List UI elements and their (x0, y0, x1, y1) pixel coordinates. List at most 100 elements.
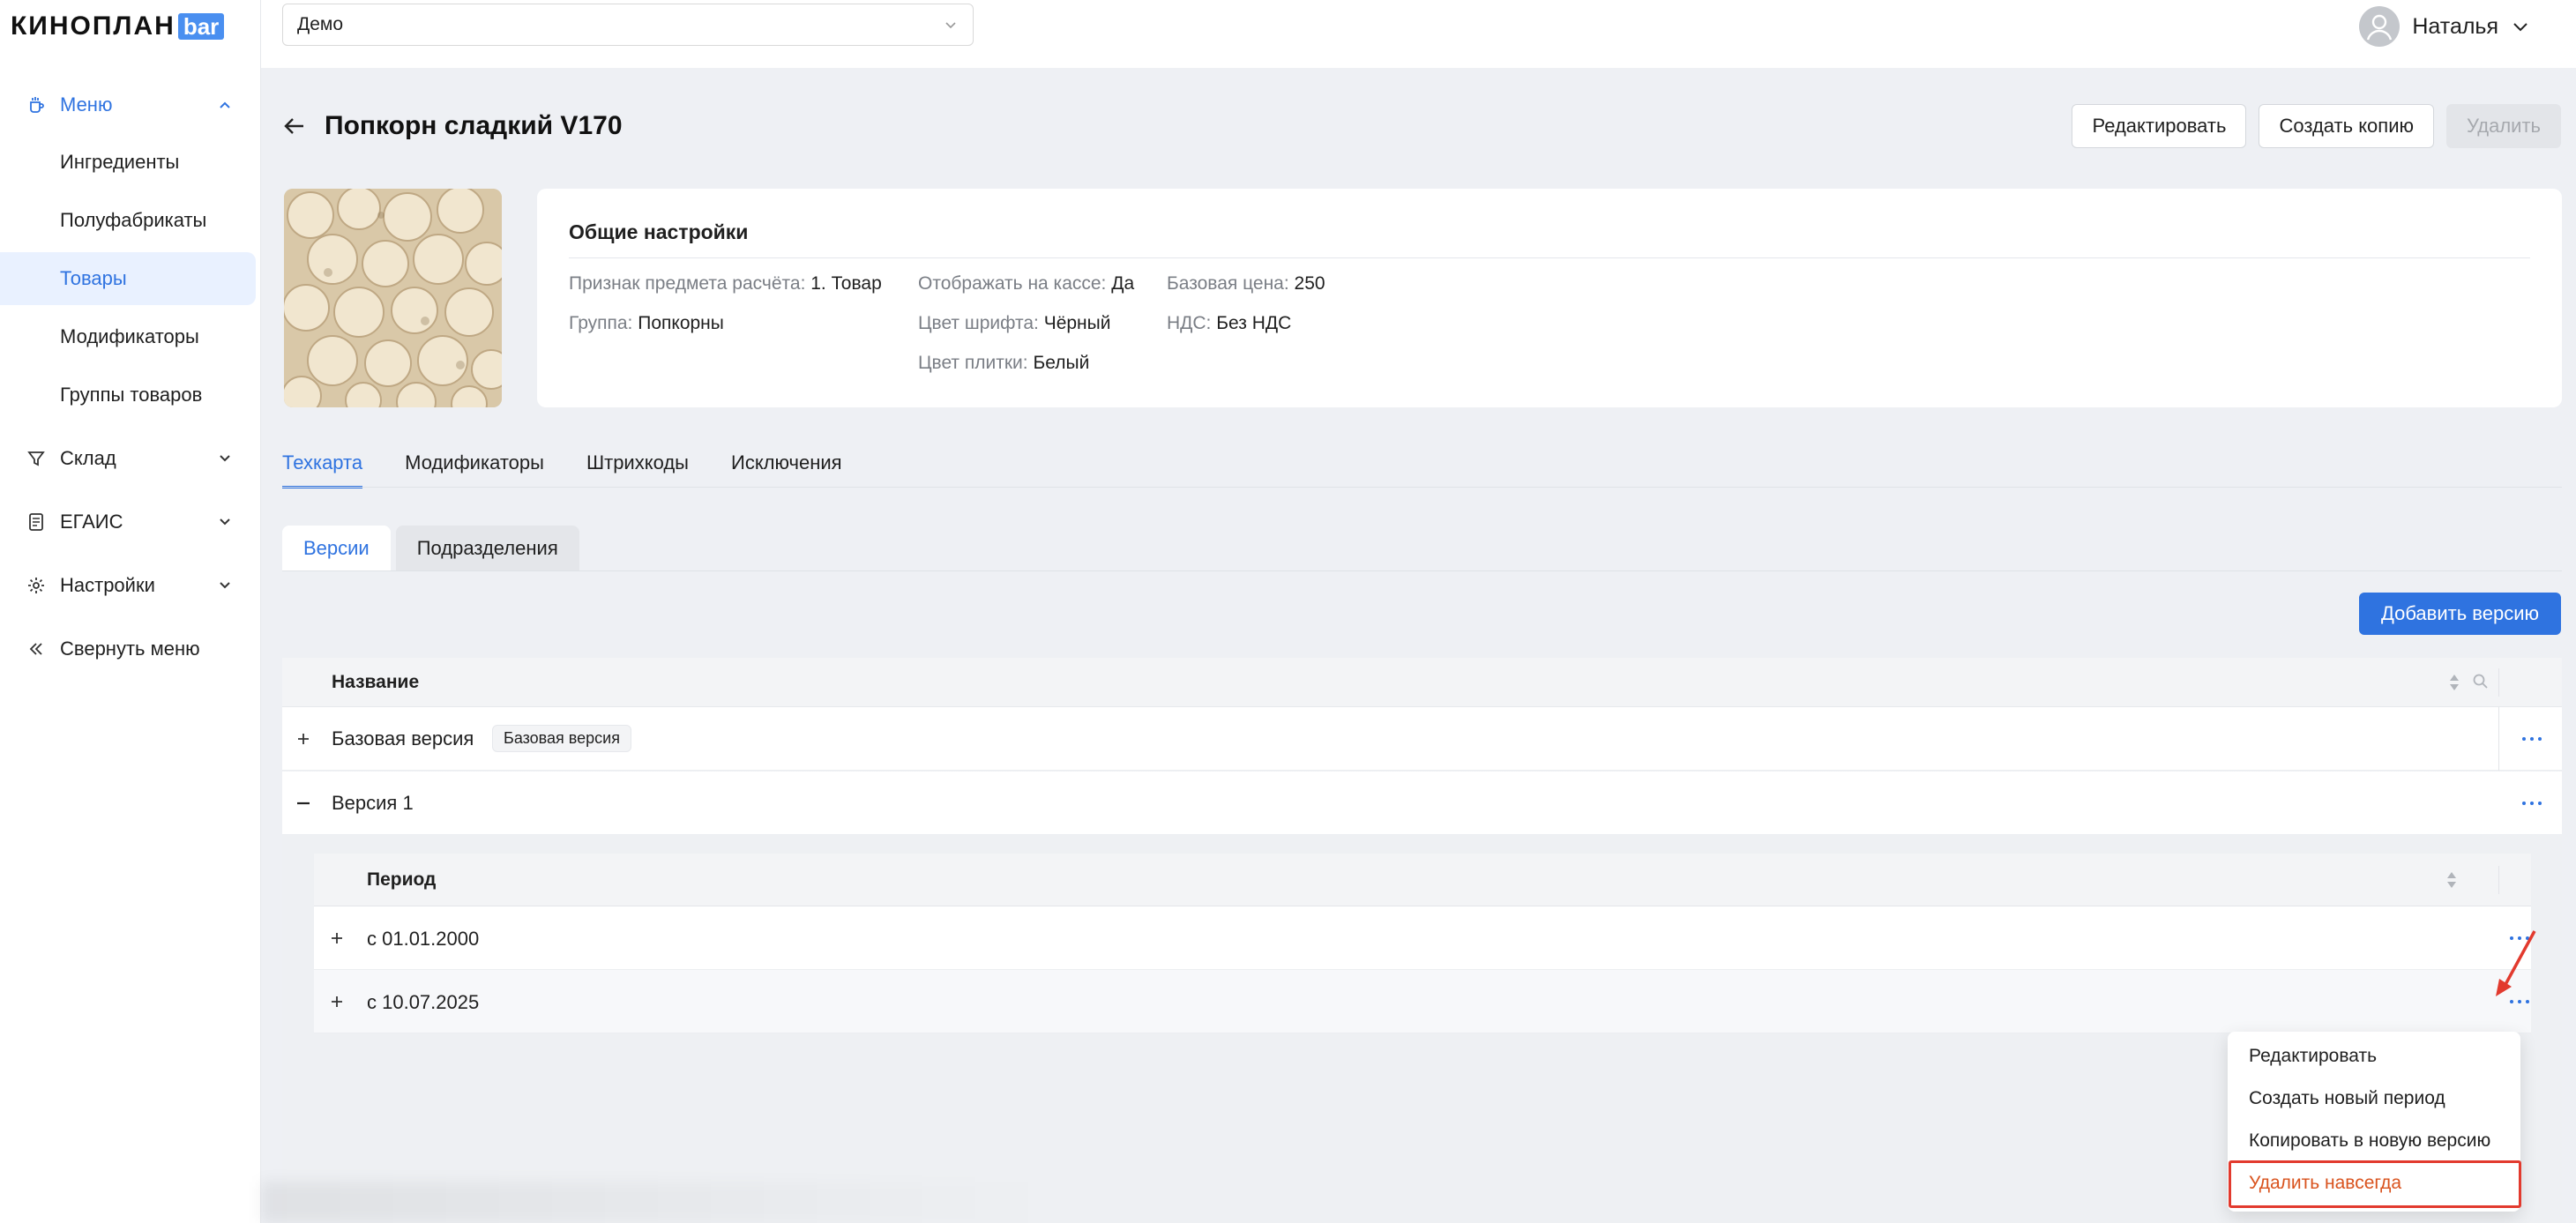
menu-item-delete-forever[interactable]: Удалить навсегда (2228, 1162, 2520, 1204)
field-show-on-pos: Отображать на кассе: Да (918, 273, 1134, 295)
field-value: Чёрный (1043, 313, 1111, 333)
tabs-divider (282, 487, 2562, 488)
page-title: Попкорн сладкий V170 (325, 111, 623, 140)
field-key: Цвет плитки: (918, 353, 1028, 373)
field-key: НДС: (1167, 313, 1212, 333)
tab-techcard[interactable]: Техкарта (282, 451, 363, 488)
table-row: Базовая версия Базовая версия (282, 707, 2562, 771)
table-row: с 01.01.2000 (314, 906, 2531, 970)
field-value: Попкорны (638, 313, 724, 333)
sort-icon[interactable] (2445, 870, 2458, 890)
field-key: Базовая цена: (1167, 273, 1289, 294)
expand-plus-icon[interactable] (328, 929, 346, 947)
table-row: Версия 1 (282, 772, 2562, 835)
chevron-down-icon (220, 582, 230, 589)
table-row: с 10.07.2025 (314, 970, 2531, 1033)
create-copy-button[interactable]: Создать копию (2259, 104, 2434, 148)
field-group: Группа: Попкорны (569, 313, 724, 334)
expand-plus-icon[interactable] (295, 730, 312, 748)
column-header-name[interactable]: Название (332, 672, 419, 693)
topbar: Демо Наталья (261, 0, 2576, 68)
field-value: Да (1111, 273, 1135, 294)
add-version-button[interactable]: Добавить версию (2358, 593, 2561, 635)
field-key: Признак предмета расчёта: (569, 273, 806, 294)
filter-icon (26, 449, 46, 468)
sidebar-item-settings[interactable]: Настройки (0, 556, 256, 615)
version-name: Версия 1 (332, 791, 414, 814)
chevron-down-icon (220, 518, 230, 526)
avatar (2359, 6, 2401, 47)
chevron-down-icon (2513, 23, 2527, 32)
user-menu[interactable]: Наталья (2359, 4, 2530, 49)
tab-modifiers[interactable]: Модификаторы (405, 451, 544, 488)
chevron-down-icon (945, 22, 956, 29)
version-name: Базовая версия (332, 727, 474, 749)
sidebar: КИНОПЛАН bar Меню Ингредиенты Полуфабрик… (0, 0, 261, 1223)
subtabs: Версии Подразделения (282, 526, 579, 571)
chevron-down-icon (220, 455, 230, 462)
sidebar-item-egais[interactable]: ЕГАИС (0, 493, 256, 551)
search-icon[interactable] (2472, 673, 2490, 690)
subtabs-divider (282, 570, 2562, 571)
sidebar-item-label: ЕГАИС (60, 511, 123, 533)
subtab-versions[interactable]: Версии (282, 526, 391, 571)
sidebar-item-product-groups[interactable]: Группы товаров (0, 369, 256, 421)
field-value: 250 (1294, 273, 1325, 294)
menu-item-copy-to-version[interactable]: Копировать в новую версию (2228, 1120, 2520, 1162)
user-name: Наталья (2412, 13, 2498, 39)
sidebar-item-goods[interactable]: Товары (0, 252, 256, 305)
field-vat: НДС: Без НДС (1167, 313, 1291, 334)
versions-table: Название Базовая версия Базовая версия В… (282, 658, 2562, 1223)
column-divider (2498, 668, 2499, 697)
chevron-up-icon (220, 101, 230, 108)
column-divider (2498, 866, 2499, 894)
sidebar-item-label: Склад (60, 447, 116, 469)
menu-item-new-period[interactable]: Создать новый период (2228, 1078, 2520, 1120)
field-value: Без НДС (1216, 313, 1292, 333)
page-header: Попкорн сладкий V170 (282, 104, 623, 148)
context-menu: Редактировать Создать новый период Копир… (2228, 1032, 2520, 1212)
field-key: Цвет шрифта: (918, 313, 1039, 333)
logo-text: КИНОПЛАН (11, 11, 175, 41)
tabs: Техкарта Модификаторы Штрихкоды Исключен… (282, 451, 842, 488)
sidebar-item-menu[interactable]: Меню (0, 76, 256, 134)
tab-barcodes[interactable]: Штрихкоды (586, 451, 689, 488)
sidebar-item-modifiers[interactable]: Модификаторы (0, 310, 256, 363)
field-payment-subject: Признак предмета расчёта: 1. Товар (569, 273, 882, 295)
field-key: Отображать на кассе: (918, 273, 1107, 294)
logo[interactable]: КИНОПЛАН bar (11, 11, 225, 41)
sort-icon[interactable] (2448, 673, 2460, 692)
tenant-select-value: Демо (297, 14, 344, 34)
more-icon[interactable] (2519, 799, 2545, 808)
tab-exceptions[interactable]: Исключения (731, 451, 842, 488)
field-tile-color: Цвет плитки: Белый (918, 353, 1089, 374)
gear-icon (26, 576, 46, 595)
back-arrow-icon[interactable] (282, 114, 307, 138)
periods-table: Период с 01.01.2000 с 10.07.2025 (314, 854, 2531, 1033)
subtab-departments[interactable]: Подразделения (395, 526, 579, 571)
tenant-select[interactable]: Демо (282, 4, 974, 46)
base-version-tag: Базовая версия (492, 725, 631, 752)
double-chevron-left-icon (26, 639, 46, 659)
settings-title: Общие настройки (569, 220, 749, 243)
collapse-menu-button[interactable]: Свернуть меню (0, 620, 256, 678)
table-header: Период (314, 854, 2531, 906)
sidebar-item-sklad[interactable]: Склад (0, 429, 256, 488)
more-icon[interactable] (2519, 735, 2545, 743)
column-header-period[interactable]: Период (367, 869, 436, 891)
cup-icon (26, 95, 46, 115)
edit-button[interactable]: Редактировать (2072, 104, 2247, 148)
sidebar-item-ingredients[interactable]: Ингредиенты (0, 136, 256, 189)
menu-item-edit[interactable]: Редактировать (2228, 1035, 2520, 1078)
sidebar-item-semifinished[interactable]: Полуфабрикаты (0, 194, 256, 247)
expand-plus-icon[interactable] (328, 993, 346, 1010)
product-image (284, 189, 502, 407)
divider (569, 257, 2530, 258)
period-label: с 01.01.2000 (367, 928, 480, 950)
field-base-price: Базовая цена: 250 (1167, 273, 1325, 295)
sidebar-item-label: Меню (60, 93, 113, 116)
collapse-minus-icon[interactable] (295, 794, 312, 812)
delete-button[interactable]: Удалить (2446, 104, 2561, 148)
shadow (261, 1182, 1055, 1223)
document-icon (26, 512, 46, 532)
